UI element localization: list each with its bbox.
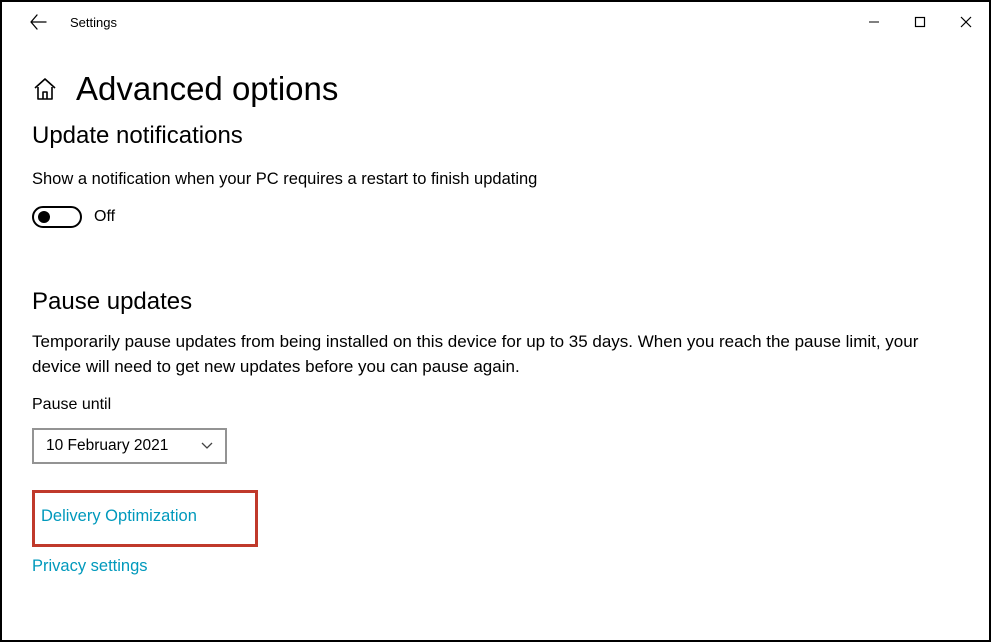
back-arrow-icon [29, 13, 47, 31]
pause-until-select[interactable]: 10 February 2021 [32, 428, 227, 464]
pause-until-label: Pause until [32, 396, 959, 414]
delivery-optimization-highlight: Delivery Optimization [32, 490, 258, 547]
title-bar: Settings [2, 2, 989, 42]
back-button[interactable] [20, 4, 56, 40]
pause-updates-heading: Pause updates [32, 288, 959, 316]
delivery-optimization-link[interactable]: Delivery Optimization [41, 507, 197, 526]
toggle-knob [38, 211, 50, 223]
page-title: Advanced options [76, 70, 338, 108]
update-notifications-heading: Update notifications [32, 122, 959, 150]
notification-toggle-label: Off [94, 208, 115, 226]
page-header: Advanced options [32, 70, 959, 108]
notification-toggle-row: Off [32, 206, 959, 228]
maximize-icon [914, 16, 926, 28]
privacy-settings-link[interactable]: Privacy settings [32, 557, 148, 576]
app-title: Settings [70, 15, 117, 30]
maximize-button[interactable] [897, 6, 943, 38]
chevron-down-icon [201, 442, 213, 450]
pause-updates-description: Temporarily pause updates from being ins… [32, 330, 952, 379]
minimize-icon [868, 16, 880, 28]
content-area: Advanced options Update notifications Sh… [2, 70, 989, 576]
privacy-settings-row: Privacy settings [32, 557, 959, 576]
notification-toggle[interactable] [32, 206, 82, 228]
home-icon[interactable] [32, 76, 58, 102]
update-notifications-description: Show a notification when your PC require… [32, 168, 959, 190]
close-button[interactable] [943, 6, 989, 38]
window-controls [851, 6, 989, 38]
pause-until-selected-value: 10 February 2021 [46, 437, 168, 455]
close-icon [960, 16, 972, 28]
minimize-button[interactable] [851, 6, 897, 38]
